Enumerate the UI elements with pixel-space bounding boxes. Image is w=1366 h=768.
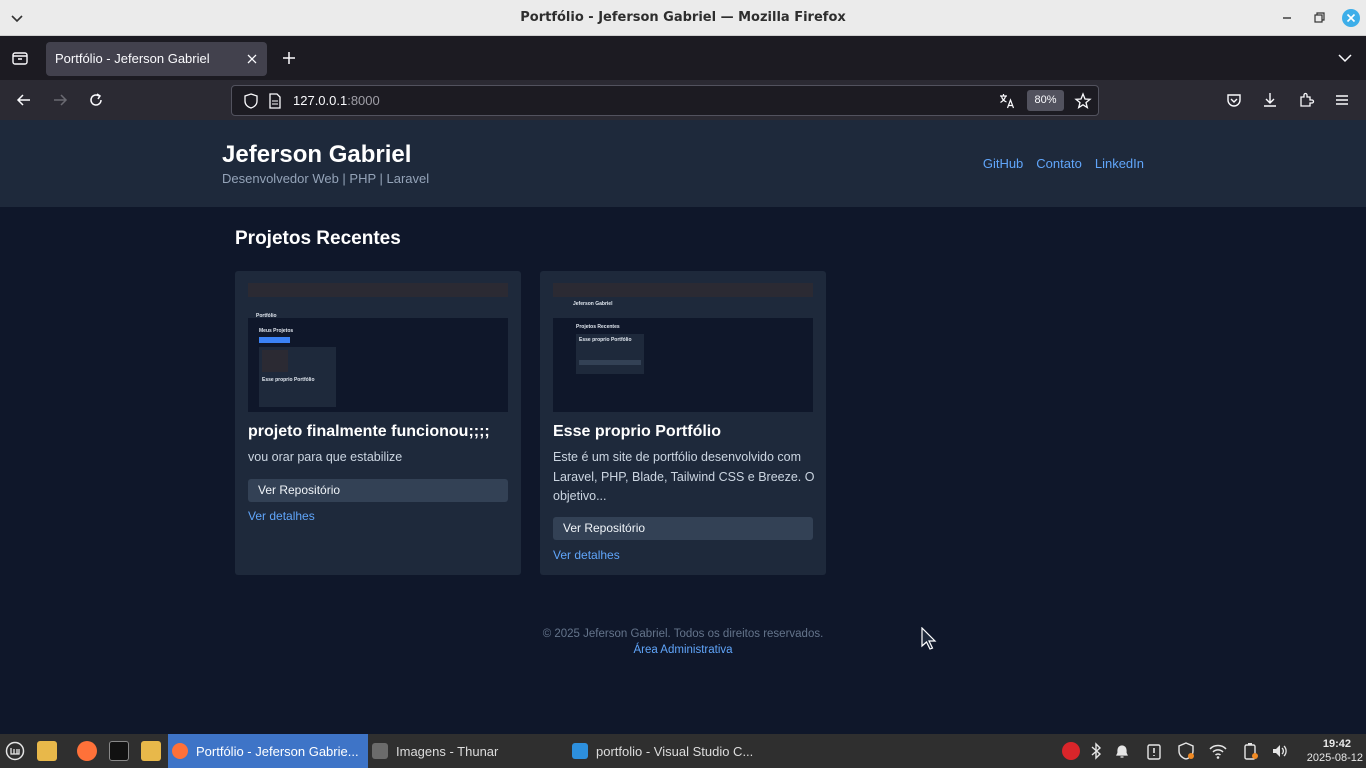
task-label: Portfólio - Jeferson Gabrie... <box>196 744 359 759</box>
admin-area-link[interactable]: Área Administrativa <box>0 644 1366 656</box>
site-name: Jeferson Gabriel <box>222 141 412 168</box>
project-thumbnail[interactable]: Jeferson Gabriel Projetos Recentes Esse … <box>553 283 813 412</box>
update-shield-icon[interactable] <box>1177 742 1195 760</box>
bluetooth-icon[interactable] <box>1087 742 1105 760</box>
battery-icon[interactable] <box>1241 742 1259 760</box>
browser-navbar: 127.0.0.1:8000 80% <box>0 80 1366 120</box>
firefox-icon <box>172 743 188 759</box>
url-bar[interactable]: 127.0.0.1:8000 80% <box>231 85 1099 116</box>
page-icon[interactable] <box>266 92 284 110</box>
menu-icon[interactable] <box>1333 91 1351 109</box>
clock-time[interactable]: 19:42 <box>1323 738 1351 750</box>
project-thumbnail[interactable]: Portfólio Meus Projetos Esse proprio Por… <box>248 283 508 412</box>
back-icon[interactable] <box>15 91 33 109</box>
repo-button-label: Ver Repositório <box>258 483 341 497</box>
project-description: Este é um site de portfólio desenvolvido… <box>553 450 815 503</box>
repo-button[interactable]: Ver Repositório <box>553 517 813 540</box>
extensions-icon[interactable] <box>1297 91 1315 109</box>
browser-tab-bar: Portfólio - Jeferson Gabriel <box>0 36 1366 80</box>
thunar-icon <box>372 743 388 759</box>
task-thunar[interactable]: Imagens - Thunar <box>368 734 566 768</box>
new-tab-icon[interactable] <box>280 49 298 67</box>
show-desktop-icon[interactable] <box>37 741 57 761</box>
mouse-cursor-icon <box>921 627 937 650</box>
repo-button[interactable]: Ver Repositório <box>248 479 508 502</box>
task-firefox[interactable]: Portfólio - Jeferson Gabrie... <box>168 734 368 768</box>
site-nav: GitHub Contato LinkedIn <box>983 156 1144 171</box>
translate-icon[interactable] <box>998 92 1016 110</box>
reload-icon[interactable] <box>87 91 105 109</box>
restore-icon[interactable] <box>1310 9 1328 27</box>
taskbar: Portfólio - Jeferson Gabrie... Imagens -… <box>0 734 1366 768</box>
downloads-icon[interactable] <box>1261 91 1279 109</box>
volume-icon[interactable] <box>1271 742 1289 760</box>
repo-button-label: Ver Repositório <box>563 521 646 535</box>
task-label: Imagens - Thunar <box>396 744 499 759</box>
clipboard-icon[interactable] <box>1145 742 1163 760</box>
close-window-icon[interactable] <box>1342 9 1360 27</box>
task-vscode[interactable]: portfolio - Visual Studio C... <box>568 734 768 768</box>
details-link[interactable]: Ver detalhes <box>248 509 315 523</box>
mega-icon[interactable] <box>1062 742 1080 760</box>
notifications-icon[interactable] <box>1113 742 1131 760</box>
project-title[interactable]: Esse proprio Portfólio <box>553 423 721 441</box>
window-titlebar: Portfólio - Jeferson Gabriel — Mozilla F… <box>0 0 1366 36</box>
vscode-icon <box>572 743 588 759</box>
tab-title: Portfólio - Jeferson Gabriel <box>55 51 210 66</box>
pocket-icon[interactable] <box>1225 91 1243 109</box>
project-description: vou orar para que estabilize <box>248 450 403 464</box>
forward-icon[interactable] <box>51 91 69 109</box>
nav-link-linkedin[interactable]: LinkedIn <box>1095 156 1144 171</box>
firefox-view-icon[interactable] <box>11 49 29 67</box>
details-link[interactable]: Ver detalhes <box>553 548 620 562</box>
section-title: Projetos Recentes <box>235 228 401 249</box>
mint-menu-icon[interactable] <box>5 741 25 761</box>
footer-copyright: © 2025 Jeferson Gabriel. Todos os direit… <box>542 628 824 640</box>
close-tab-icon[interactable] <box>245 52 259 66</box>
tab-portfolio[interactable]: Portfólio - Jeferson Gabriel <box>46 42 267 76</box>
minimize-icon[interactable] <box>1278 9 1296 27</box>
shield-icon[interactable] <box>242 92 260 110</box>
wifi-icon[interactable] <box>1209 742 1227 760</box>
zoom-level[interactable]: 80% <box>1027 90 1064 111</box>
project-title[interactable]: projeto finalmente funcionou;;;; <box>248 423 490 441</box>
site-header: Jeferson Gabriel Desenvolvedor Web | PHP… <box>0 120 1366 207</box>
files-launcher-icon[interactable] <box>141 741 161 761</box>
nav-link-contato[interactable]: Contato <box>1036 156 1082 171</box>
site-subtitle: Desenvolvedor Web | PHP | Laravel <box>222 171 430 186</box>
list-tabs-icon[interactable] <box>1336 49 1354 67</box>
terminal-launcher-icon[interactable] <box>109 741 129 761</box>
window-title: Portfólio - Jeferson Gabriel — Mozilla F… <box>520 10 846 25</box>
project-card: Jeferson Gabriel Projetos Recentes Esse … <box>540 271 826 575</box>
firefox-launcher-icon[interactable] <box>77 741 97 761</box>
web-page: Jeferson Gabriel Desenvolvedor Web | PHP… <box>0 120 1366 734</box>
clock-date[interactable]: 2025-08-12 <box>1307 752 1363 764</box>
bookmark-star-icon[interactable] <box>1074 92 1092 110</box>
project-card: Portfólio Meus Projetos Esse proprio Por… <box>235 271 521 575</box>
nav-link-github[interactable]: GitHub <box>983 156 1023 171</box>
url-text: 127.0.0.1:8000 <box>293 93 380 108</box>
task-label: portfolio - Visual Studio C... <box>596 744 754 759</box>
